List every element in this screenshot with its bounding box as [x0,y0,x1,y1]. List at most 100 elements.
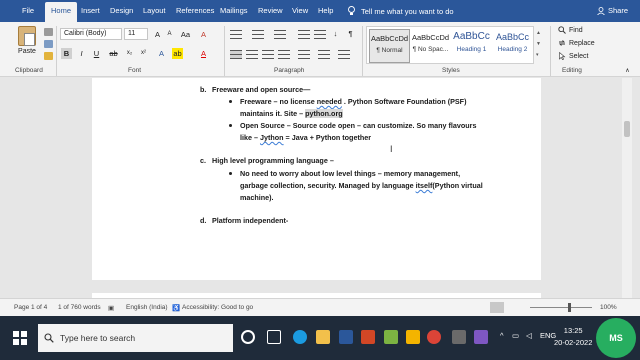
italic-button[interactable]: I [76,48,87,59]
task-view-icon[interactable] [267,330,281,344]
scroll-thumb[interactable] [624,121,630,137]
focus-icon[interactable] [446,302,460,313]
page-count[interactable]: Page 1 of 4 [14,304,47,311]
edge-icon[interactable] [293,330,307,344]
style-normal[interactable]: AaBbCcDd ¶ Normal [369,29,410,63]
multilevel-list-icon[interactable] [274,30,286,39]
zoom-level[interactable]: 100% [600,304,617,311]
tab-insert[interactable]: Insert [81,6,100,15]
document-page[interactable]: b. Freeware and open source— Freeware – … [92,78,541,280]
clock[interactable]: 13:25 20-02-2022 [554,325,592,349]
volume-icon[interactable]: ◁ [526,331,532,340]
chrome-icon[interactable] [427,330,441,344]
align-center-icon[interactable] [246,50,258,59]
tab-design[interactable]: Design [110,6,133,15]
find-button[interactable]: Find [558,26,583,34]
windows-start-icon[interactable] [13,331,27,345]
spelling-flag: itself [415,181,433,190]
decrease-indent-icon[interactable] [298,30,310,39]
app-icon[interactable] [452,330,466,344]
tab-home[interactable]: Home [45,2,78,22]
clear-formatting-icon[interactable]: A [198,29,209,40]
align-right-icon[interactable] [262,50,274,59]
divider [362,26,363,76]
read-mode-icon[interactable] [466,302,480,313]
scroll-down-icon[interactable]: ▼ [536,39,542,50]
copy-icon[interactable] [44,40,53,48]
more-styles-icon[interactable]: ▾ [536,50,542,61]
line-spacing-icon[interactable] [298,50,310,59]
align-left-icon[interactable] [230,50,242,59]
grow-font-icon[interactable]: A [152,29,163,40]
accessibility-status[interactable]: Accessibility: Good to go [182,304,253,311]
cursor-arrow-icon [559,52,566,60]
file-explorer-icon[interactable] [316,330,330,344]
shading-icon[interactable] [318,50,330,59]
styles-gallery: AaBbCcDd ¶ Normal AaBbCcDd ¶ No Spac... … [366,26,534,64]
style-sample: AaBbCcDd [370,34,409,43]
divider [550,26,551,76]
font-color-icon[interactable]: A [198,48,209,59]
powerpoint-icon[interactable] [361,330,375,344]
tab-help[interactable]: Help [318,6,333,15]
underline-button[interactable]: U [91,48,102,59]
sort-icon[interactable]: ↓ [330,28,341,39]
share-button[interactable]: Share [597,6,628,15]
change-case-icon[interactable]: Aa [180,29,191,40]
proofing-icon[interactable]: ▣ [108,304,114,312]
zoom-slider[interactable] [530,307,592,308]
taskbar-search[interactable]: Type here to search [38,324,233,352]
app-icon[interactable] [406,330,420,344]
increase-indent-icon[interactable] [314,30,326,39]
text-run: Freeware – no license [240,97,317,106]
collapse-ribbon-icon[interactable]: ∧ [622,66,633,77]
tab-references[interactable]: References [176,6,214,15]
tab-review[interactable]: Review [258,6,283,15]
style-heading-2[interactable]: AaBbCc Heading 2 [492,29,533,63]
superscript-icon[interactable]: x² [138,48,149,59]
app-icon[interactable] [474,330,488,344]
subscript-icon[interactable]: x₂ [124,48,135,59]
tray-chevron-icon[interactable]: ^ [500,331,504,340]
shrink-font-icon[interactable]: A [164,29,175,40]
tell-me-text: Tell me what you want to do [361,6,454,16]
bold-button[interactable]: B [61,48,72,59]
strikethrough-icon[interactable]: ab [108,48,119,59]
numbering-icon[interactable] [252,30,264,39]
cut-icon[interactable] [44,28,53,36]
replace-button[interactable]: Replace [558,39,595,47]
font-size-select[interactable]: 11 [124,28,148,40]
tab-view[interactable]: View [292,6,308,15]
app-icon[interactable] [384,330,398,344]
style-no-spacing[interactable]: AaBbCcDd ¶ No Spac... [410,29,451,63]
ribbon: Paste Clipboard Calibri (Body) 11 A A Aa… [0,22,640,77]
cortana-icon[interactable] [241,330,255,344]
print-layout-icon[interactable] [490,302,504,313]
language-indicator[interactable]: English (India) [126,304,168,311]
style-sample: AaBbCc [453,31,490,42]
font-name-select[interactable]: Calibri (Body) [60,28,122,40]
scroll-up-icon[interactable]: ▲ [536,28,542,39]
tab-file[interactable]: File [22,6,34,15]
word-count[interactable]: 1 of 760 words [58,304,101,311]
style-heading-1[interactable]: AaBbCc Heading 1 [451,29,492,63]
web-layout-icon[interactable] [512,302,526,313]
borders-icon[interactable] [338,50,350,59]
show-marks-icon[interactable]: ¶ [345,28,356,39]
vertical-scrollbar[interactable] [622,78,632,298]
format-painter-icon[interactable] [44,52,53,60]
network-icon[interactable]: ▭ [512,331,519,340]
word-icon[interactable] [339,330,353,344]
styles-scroll[interactable]: ▲ ▼ ▾ [536,28,542,62]
paste-button[interactable]: Paste [14,26,40,66]
tell-me-box[interactable]: Tell me what you want to do [348,6,454,16]
select-button[interactable]: Select [558,52,588,60]
tab-mailings[interactable]: Mailings [220,6,248,15]
tab-layout[interactable]: Layout [143,6,166,15]
zoom-slider-thumb[interactable] [568,303,571,312]
text-effects-icon[interactable]: A [156,48,167,59]
highlight-color-icon[interactable]: ab [172,48,183,59]
bullet-text: No need to worry about low level things … [240,169,461,178]
bullets-icon[interactable] [230,30,242,39]
justify-icon[interactable] [278,50,290,59]
